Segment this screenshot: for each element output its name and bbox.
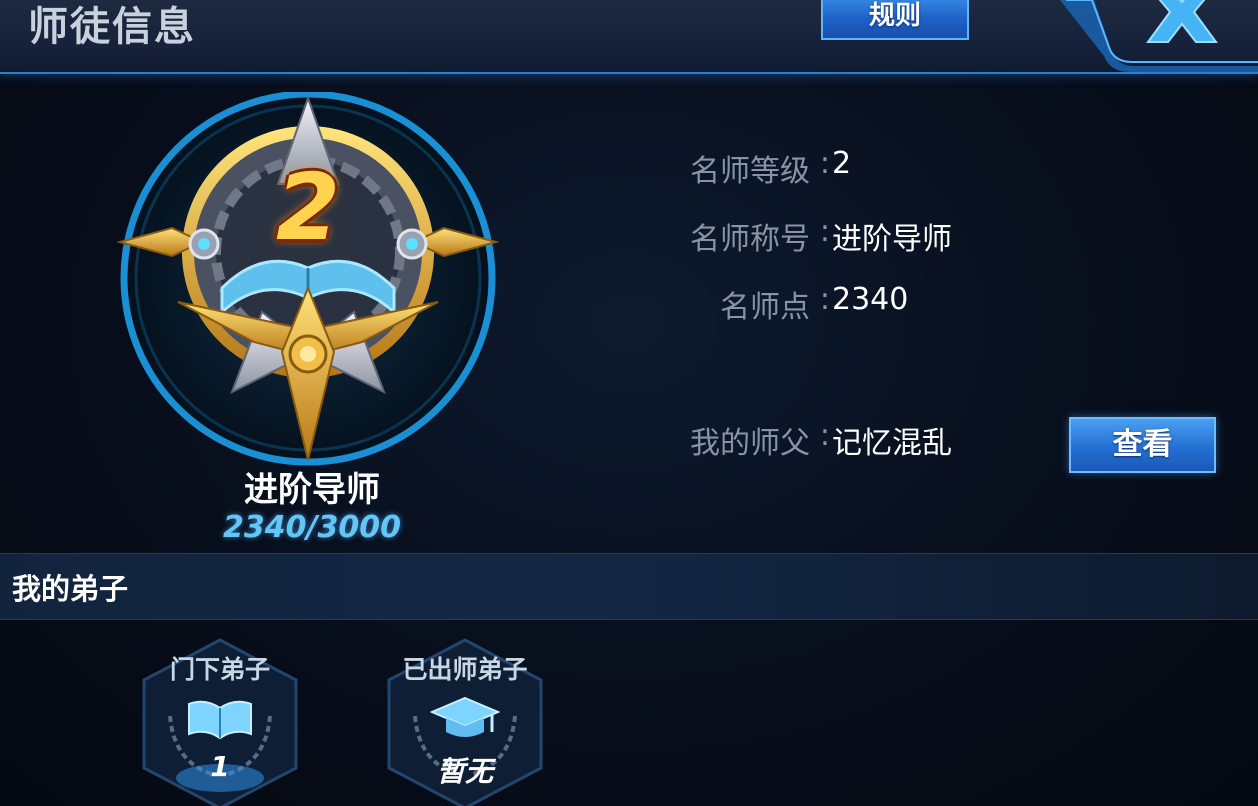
rules-button[interactable]: 规则 — [821, 0, 969, 40]
master-level-label: 名师等级 — [690, 154, 810, 189]
separator: : — [819, 214, 830, 249]
separator: : — [819, 418, 830, 453]
master-level-value: 2 — [832, 146, 852, 181]
close-button[interactable] — [1140, 0, 1224, 54]
graduation-cap-icon — [430, 696, 500, 737]
current-disciples-count: 1 — [210, 750, 230, 783]
my-master-label: 我的师父 — [690, 426, 810, 461]
rank-level-badge: 2 — [275, 154, 340, 261]
master-title-value: 进阶导师 — [832, 222, 952, 257]
graduated-disciples-card[interactable]: 已出师弟子 暂无 — [385, 638, 545, 806]
separator: : — [819, 146, 830, 181]
master-points-value: 2340 — [832, 282, 909, 317]
current-disciples-card[interactable]: 门下弟子 1 — [140, 638, 300, 806]
current-disciples-label: 门下弟子 — [169, 655, 270, 684]
graduated-disciples-count: 暂无 — [436, 755, 493, 788]
page-title: 师徒信息 — [28, 4, 196, 50]
book-icon — [188, 700, 252, 740]
disciples-section-title: 我的弟子 — [12, 572, 129, 606]
close-icon — [1146, 0, 1218, 43]
header-bar: 师徒信息 规则 — [0, 0, 1258, 74]
my-master-value: 记忆混乱 — [832, 426, 952, 461]
separator: : — [819, 282, 830, 317]
view-master-button[interactable]: 查看 — [1069, 417, 1216, 473]
master-title-label: 名师称号 — [690, 222, 810, 257]
master-rank-emblem: 2 — [112, 90, 508, 472]
rank-name: 进阶导师 — [244, 470, 380, 510]
master-points-label: 名师点 — [720, 290, 810, 325]
graduated-disciples-label: 已出师弟子 — [402, 655, 528, 684]
rank-progress-text: 2340/3000 — [223, 510, 401, 545]
disciples-section-bar — [0, 553, 1258, 620]
